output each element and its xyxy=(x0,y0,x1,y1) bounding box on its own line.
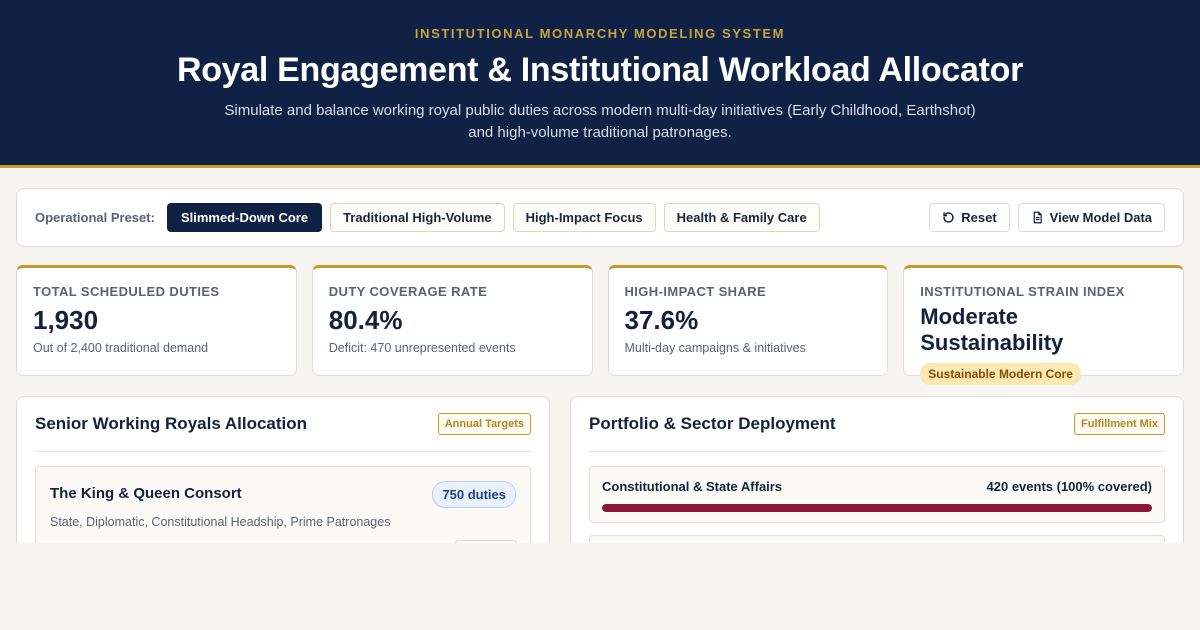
royal-description: State, Diplomatic, Constitutional Headsh… xyxy=(50,515,391,529)
panel-title: Portfolio & Sector Deployment xyxy=(589,414,836,433)
preset-high-impact-focus[interactable]: High-Impact Focus xyxy=(512,203,656,232)
reset-button[interactable]: Reset xyxy=(929,203,1010,232)
preset-health-family-care[interactable]: Health & Family Care xyxy=(663,203,820,232)
kpi-note: Deficit: 470 unrepresented events xyxy=(328,341,516,355)
sector-row xyxy=(589,535,1165,543)
page-title: Royal Engagement & Institutional Workloa… xyxy=(176,51,1024,89)
preset-label: Operational Preset: xyxy=(35,210,155,225)
royal-card: The King & Queen Consort 750 duties Stat… xyxy=(35,466,531,543)
document-icon xyxy=(1033,211,1042,224)
duty-count-badge: 750 duties xyxy=(432,481,516,508)
coverage-bar-track xyxy=(602,504,1152,512)
preset-traditional-high-volume[interactable]: Traditional High-Volume xyxy=(330,203,505,232)
kpi-label: TOTAL SCHEDULED DUTIES xyxy=(33,284,220,299)
kpi-note: Multi-day campaigns & initiatives xyxy=(624,341,806,355)
kpi-note: Out of 2,400 traditional demand xyxy=(33,341,209,355)
coverage-bar-fill xyxy=(602,504,1152,512)
status-badge: Sustainable Modern Core xyxy=(920,363,1081,385)
kpi-card-coverage-rate: DUTY COVERAGE RATE 80.4% Deficit: 470 un… xyxy=(311,265,593,376)
panel-header: Portfolio & Sector Deployment Fulfillmen… xyxy=(589,397,1165,452)
royal-card-header: The King & Queen Consort 750 duties xyxy=(50,481,516,508)
kpi-label: INSTITUTIONAL STRAIN INDEX xyxy=(920,284,1125,299)
hero-header: INSTITUTIONAL MONARCHY MODELING SYSTEM R… xyxy=(0,0,1200,168)
page-subtitle: Simulate and balance working royal publi… xyxy=(224,102,976,141)
royal-name: The King & Queen Consort xyxy=(50,485,242,502)
reset-button-label: Reset xyxy=(961,210,997,225)
preset-slimmed-down-core[interactable]: Slimmed-Down Core xyxy=(166,203,323,232)
panel-title: Senior Working Royals Allocation xyxy=(35,414,308,433)
view-model-data-label: View Model Data xyxy=(1049,210,1152,225)
refresh-icon xyxy=(943,212,954,223)
sector-row-header: Constitutional & State Affairs 420 event… xyxy=(602,479,1152,494)
panel-tag: Annual Targets xyxy=(437,413,531,435)
panel-header: Senior Working Royals Allocation Annual … xyxy=(35,397,531,452)
sector-name: Constitutional & State Affairs xyxy=(602,479,783,494)
kpi-card-total-duties: TOTAL SCHEDULED DUTIES 1,930 Out of 2,40… xyxy=(16,265,297,376)
sector-summary: 420 events (100% covered) xyxy=(986,479,1152,494)
kpi-value: 37.6% xyxy=(624,305,699,335)
panel-tag: Fulfillment Mix xyxy=(1074,413,1165,435)
kpi-card-high-impact-share: HIGH-IMPACT SHARE 37.6% Multi-day campai… xyxy=(607,265,889,376)
kpi-card-strain-index: INSTITUTIONAL STRAIN INDEX Moderate Sust… xyxy=(903,265,1184,385)
sector-row: Constitutional & State Affairs 420 event… xyxy=(589,466,1165,523)
duty-stepper[interactable] xyxy=(455,540,517,543)
kpi-row: TOTAL SCHEDULED DUTIES 1,930 Out of 2,40… xyxy=(16,265,1184,385)
kpi-value: Moderate Sustainability xyxy=(920,304,1064,355)
kpi-value: 80.4% xyxy=(328,305,403,335)
sector-deployment-panel: Portfolio & Sector Deployment Fulfillmen… xyxy=(570,396,1184,543)
system-kicker: INSTITUTIONAL MONARCHY MODELING SYSTEM xyxy=(414,26,786,41)
view-model-data-button[interactable]: View Model Data xyxy=(1017,203,1165,232)
royals-allocation-panel: Senior Working Royals Allocation Annual … xyxy=(16,396,550,543)
kpi-label: HIGH-IMPACT SHARE xyxy=(624,284,767,299)
kpi-value: 1,930 xyxy=(33,305,99,335)
preset-toolbar: Operational Preset: Slimmed-Down Core Tr… xyxy=(16,188,1184,247)
kpi-label: DUTY COVERAGE RATE xyxy=(328,284,488,299)
